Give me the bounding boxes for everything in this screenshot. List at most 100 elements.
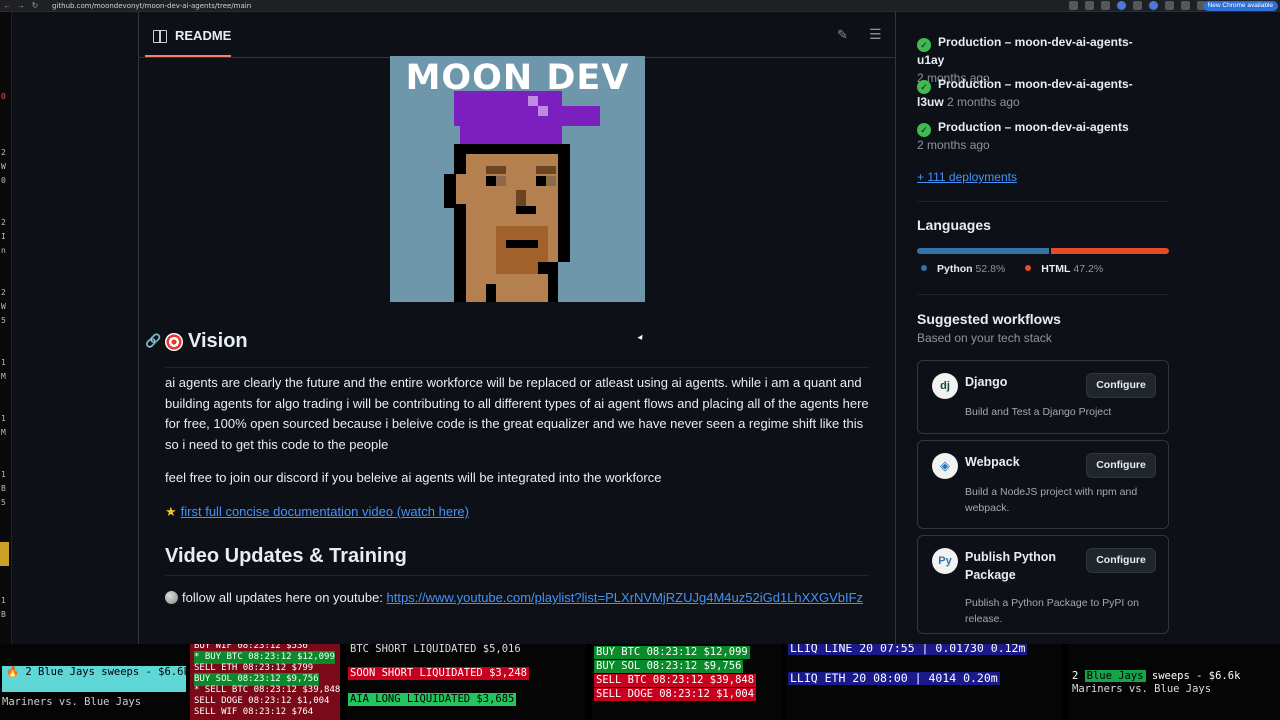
sweep-amount: sweeps - $6.6k: [1151, 670, 1241, 682]
outline-list-icon[interactable]: ☰: [869, 26, 882, 43]
section-divider: [917, 201, 1169, 202]
deployment-item[interactable]: ✓ Production – moon-dev-ai-agents-l3uw 2 …: [917, 76, 1157, 112]
ticker-line: AIA LONG LIQUIDATED $3,685: [348, 693, 517, 706]
workflow-name: Webpack: [965, 455, 1020, 469]
reload-icon[interactable]: ↻: [28, 1, 42, 10]
workflow-name: Publish Python Package: [965, 550, 1056, 582]
browser-toolbar: ← → ↻ github.com/moondevonyt/moon-dev-ai…: [0, 0, 1280, 12]
deployment-item[interactable]: ✓ Production – moon-dev-ai-agents 2 month…: [917, 119, 1157, 155]
language-name: Python: [937, 263, 973, 275]
book-icon: [153, 29, 167, 43]
language-bar-html: [1050, 248, 1169, 254]
check-icon: ✓: [917, 38, 931, 52]
extension-icon[interactable]: [1085, 1, 1094, 10]
ticker-line: SELL WIF 08:23:12 $764: [194, 707, 314, 717]
forward-icon[interactable]: →: [14, 1, 28, 10]
extension-icon[interactable]: [1069, 1, 1078, 10]
readme-header: README ✎ ☰: [139, 12, 895, 58]
language-percent: 52.8%: [975, 263, 1006, 275]
tab-underline: [145, 55, 231, 57]
ticker-panel-6: 2 Blue Jays sweeps - $6.6k Mariners vs. …: [1068, 644, 1280, 720]
workflow-card-webpack: ◈ Webpack Build a NodeJS project with np…: [917, 440, 1169, 529]
documentation-video-line: ★ first full concise documentation video…: [165, 502, 875, 523]
extension-icon[interactable]: [1181, 1, 1190, 10]
configure-button[interactable]: Configure: [1086, 548, 1156, 573]
workflows-subtitle: Based on your tech stack: [917, 331, 1052, 345]
language-item-python[interactable]: Python 52.8%: [921, 263, 1005, 275]
ticker-line: LLIQ LINE 20 07:55 | 0.01730 0.12m: [788, 644, 1028, 655]
extension-icons: [1069, 1, 1206, 10]
workflow-description: Publish a Python Package to PyPI on rele…: [965, 597, 1139, 625]
ticker-line: LLIQ ETH 20 08:00 | 4014 0.20m: [788, 671, 1000, 685]
bookmark-icon[interactable]: [1101, 1, 1110, 10]
ball-icon: [165, 591, 178, 604]
readme-tab-label: README: [175, 28, 232, 43]
team-badge: Blue Jays: [1084, 670, 1146, 682]
ticker-line: BTC SHORT LIQUIDATED $5,016: [350, 644, 521, 655]
ticker-panel-3: BTC SHORT LIQUIDATED $5,016 SOON SHORT L…: [346, 644, 586, 720]
discord-paragraph: feel free to join our discord if you bel…: [165, 470, 662, 485]
youtube-text: follow all updates here on youtube:: [182, 590, 383, 605]
extension-icon[interactable]: [1165, 1, 1174, 10]
deployment-time: 2 months ago: [947, 95, 1020, 109]
workflow-description: Build and Test a Django Project: [965, 406, 1112, 418]
section-divider: [917, 294, 1169, 295]
ticker-line: BUY SOL 08:23:12 $9,756: [594, 660, 744, 673]
deployment-name: Production – moon-dev-ai-agents-u1ay: [917, 35, 1133, 67]
ticker-panel-5: LLIQ LINE 20 07:55 | 0.01730 0.12m LLIQ …: [786, 644, 1062, 720]
readme-panel: README ✎ ☰ MOON DEV 🔗 Vision ai agents a…: [138, 12, 896, 644]
more-deployments-link[interactable]: + 111 deployments: [917, 170, 1017, 184]
ticker-line: SELL DOGE 08:23:12 $1,004: [594, 688, 757, 701]
heading-divider: [165, 575, 869, 576]
anchor-link-icon[interactable]: 🔗: [145, 333, 161, 349]
deployment-time: 2 months ago: [917, 138, 990, 152]
workflow-description: Build a NodeJS project with npm and webp…: [965, 486, 1138, 514]
python-dot-icon: [921, 265, 927, 271]
extension-icon[interactable]: [1117, 1, 1126, 10]
target-icon: [165, 332, 183, 351]
sweep-count: 2: [1072, 670, 1079, 682]
webpack-icon: ◈: [932, 453, 958, 479]
vision-paragraph: ai agents are clearly the future and the…: [165, 375, 869, 452]
workflow-name: Django: [965, 375, 1008, 389]
configure-button[interactable]: Configure: [1086, 453, 1156, 478]
check-icon: ✓: [917, 80, 931, 94]
video-updates-heading: Video Updates & Training: [165, 545, 407, 567]
github-page: README ✎ ☰ MOON DEV 🔗 Vision ai agents a…: [12, 12, 1280, 644]
documentation-video-link[interactable]: first full concise documentation video (…: [181, 502, 469, 523]
language-percent: 47.2%: [1073, 263, 1104, 275]
ticker-line: BUY BTC 08:23:12 $12,099: [594, 646, 750, 659]
logo-text: MOON DEV: [405, 58, 630, 98]
configure-button[interactable]: Configure: [1086, 373, 1156, 398]
extension-icon[interactable]: [1133, 1, 1142, 10]
youtube-playlist-link[interactable]: https://www.youtube.com/playlist?list=PL…: [387, 590, 864, 605]
repo-sidebar: ✓ Production – moon-dev-ai-agents-u1ay 2 …: [917, 12, 1169, 644]
ticker-panel-4: BUY BTC 08:23:12 $12,099 BUY SOL 08:23:1…: [592, 644, 782, 720]
workflow-card-python-package: Py Publish Python Package Publish a Pyth…: [917, 535, 1169, 634]
vision-heading-text: Vision: [188, 330, 248, 352]
heading-divider: [165, 367, 869, 368]
check-icon: ✓: [917, 123, 931, 137]
moon-dev-logo: MOON DEV: [390, 56, 645, 302]
workflows-heading: Suggested workflows: [917, 311, 1061, 327]
extension-icon[interactable]: [1149, 1, 1158, 10]
language-item-html[interactable]: HTML 47.2%: [1025, 263, 1103, 275]
language-list: Python 52.8% HTML 47.2%: [921, 263, 1103, 275]
back-icon[interactable]: ←: [0, 1, 14, 10]
deployment-name: Production – moon-dev-ai-agents: [938, 120, 1129, 134]
ticker-line: SELL BTC 08:23:12 $39,848: [594, 674, 757, 687]
ticker-sweep-line: 2 Blue Jays sweeps - $6.6k: [1072, 670, 1240, 683]
ticker-matchup: Mariners vs. Blue Jays: [2, 696, 142, 708]
ticker-matchup: Mariners vs. Blue Jays: [1072, 683, 1212, 695]
background-window-strip: 0 2 W 0 2 I n 2 W 5 1 M 1 M 1 B 5 1 B: [0, 12, 12, 644]
readme-tab[interactable]: README: [145, 28, 232, 57]
django-icon: dj: [932, 373, 958, 399]
language-name: HTML: [1041, 263, 1071, 275]
address-bar[interactable]: github.com/moondevonyt/moon-dev-ai-agent…: [52, 2, 251, 10]
ticker-strip: 🔥 2 Blue Jays sweeps - $6.6k Mariners vs…: [0, 644, 1280, 720]
ticker-line: SOON SHORT LIQUIDATED $3,248: [348, 667, 530, 680]
pencil-icon[interactable]: ✎: [837, 27, 848, 43]
language-bar-python: [917, 248, 1049, 254]
update-badge[interactable]: New Chrome available: [1202, 1, 1278, 11]
star-icon: ★: [165, 504, 177, 519]
